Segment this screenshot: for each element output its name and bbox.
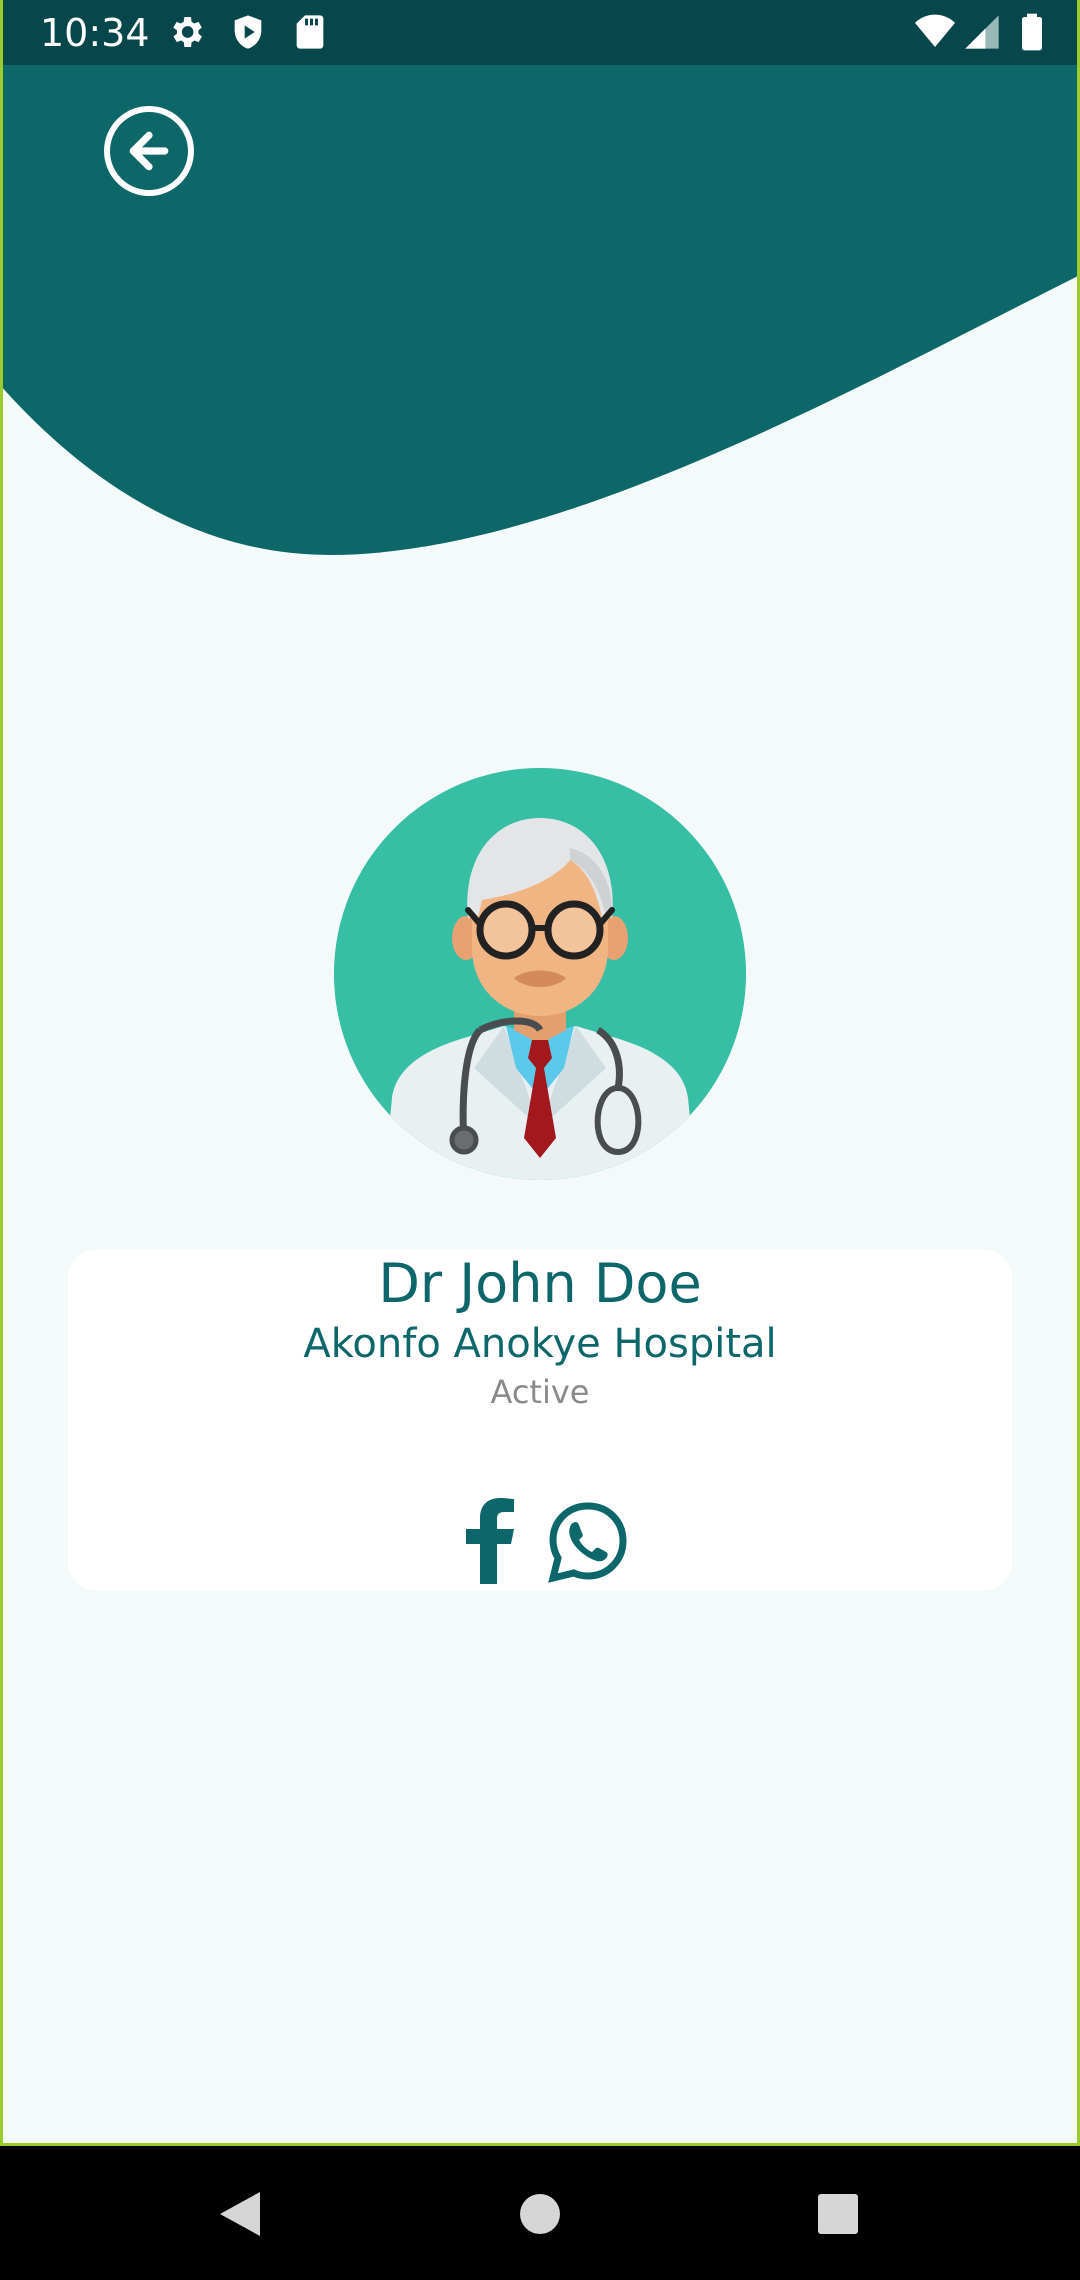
nav-back-icon[interactable] [212,2186,268,2242]
navigation-bar [0,2146,1080,2280]
wifi-icon [915,14,955,47]
sd-card-icon [296,15,324,49]
arrow-left-icon [129,131,169,171]
facebook-icon[interactable] [460,1498,520,1584]
whatsapp-icon[interactable] [546,1500,630,1584]
doctor-avatar [334,768,746,1180]
settings-icon [173,17,202,47]
signal-icon [965,15,999,49]
status-time: 10:34 [40,11,150,55]
status-bar: 10:34 [0,0,1080,65]
hospital-name: Akonfo Anokye Hospital [303,1321,777,1367]
nav-recents-icon[interactable] [810,2186,866,2242]
doctor-name: Dr John Doe [378,1252,702,1315]
status-badge: Active [490,1373,590,1411]
battery-icon [1022,13,1042,51]
back-button[interactable] [104,106,194,196]
profile-screen: 10:34 Dr John Doe Akonfo Anokye Hospital… [0,0,1080,2280]
shield-play-icon [234,15,262,49]
nav-home-icon[interactable] [512,2186,568,2242]
doctor-avatar-icon [334,768,746,1180]
